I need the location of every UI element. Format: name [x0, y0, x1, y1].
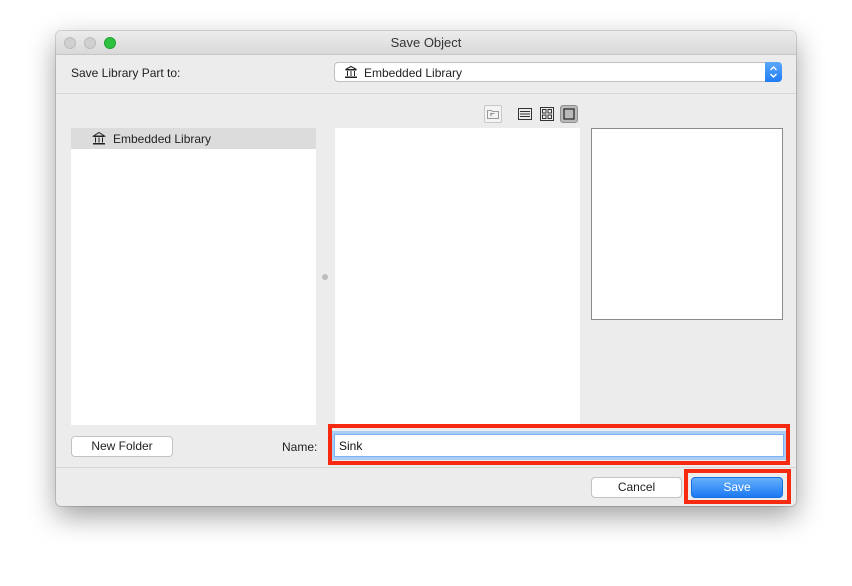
window-title: Save Object: [390, 35, 462, 50]
list-view-icon[interactable]: [516, 105, 534, 123]
library-icon: [91, 131, 107, 149]
new-folder-button[interactable]: New Folder: [71, 436, 173, 457]
icon-view-icon[interactable]: [538, 105, 556, 123]
preview-box: [591, 128, 783, 320]
library-select-value: Embedded Library: [364, 66, 463, 80]
title-bar: Save Object: [56, 31, 796, 55]
save-library-label: Save Library Part to:: [71, 66, 181, 80]
save-object-dialog: Save Object Save Library Part to: Embedd…: [56, 31, 796, 506]
name-field-highlight: [328, 424, 790, 465]
library-icon: [344, 65, 358, 82]
name-label: Name:: [282, 440, 318, 454]
cancel-button[interactable]: Cancel: [591, 477, 682, 498]
divider: [56, 93, 796, 94]
library-select[interactable]: Embedded Library: [334, 62, 782, 82]
divider: [56, 467, 796, 468]
chevron-updown-icon[interactable]: [765, 62, 782, 82]
save-button-highlight: [684, 469, 791, 504]
preview-view-icon[interactable]: [560, 105, 578, 123]
list-item-label: Embedded Library: [113, 132, 212, 146]
pane-splitter-handle[interactable]: [322, 274, 328, 280]
folder-contents-pane[interactable]: [335, 128, 580, 425]
library-tree-pane[interactable]: Embedded Library: [71, 128, 316, 425]
folder-up-icon[interactable]: [484, 105, 502, 123]
list-item[interactable]: Embedded Library: [71, 128, 316, 149]
